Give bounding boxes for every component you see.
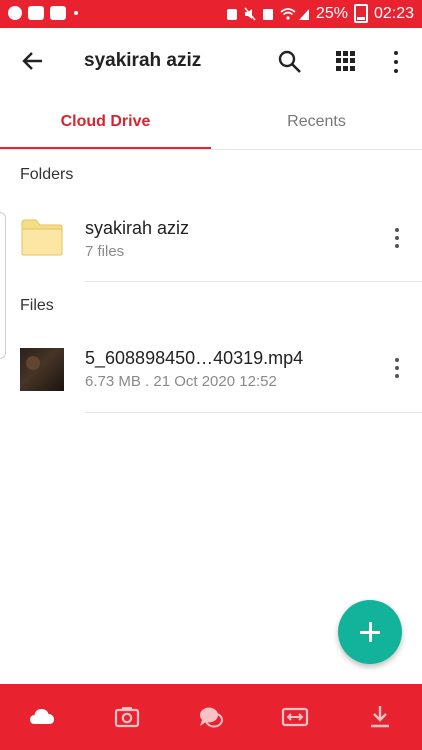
- clock: 02:23: [373, 4, 414, 22]
- notification-dot-icon: [74, 11, 78, 15]
- tab-bar: Cloud Drive Recents: [0, 94, 422, 150]
- signal-icon: [298, 7, 310, 21]
- folder-name: syakirah aziz: [85, 218, 190, 238]
- folder-meta: 7 files: [85, 243, 125, 260]
- nav-offline[interactable]: [338, 684, 422, 750]
- status-bar: 25% 02:23: [0, 0, 422, 28]
- nav-camera-uploads[interactable]: [84, 684, 168, 750]
- tab-recents[interactable]: Recents: [211, 94, 422, 150]
- youtube-icon: [50, 6, 66, 20]
- page-title: syakirah aziz: [84, 50, 202, 71]
- wifi-icon: [280, 7, 296, 21]
- status-left-icons: [8, 6, 78, 20]
- app-bar: syakirah aziz: [0, 28, 422, 94]
- nav-chat[interactable]: [169, 684, 253, 750]
- file-options-button[interactable]: [394, 358, 400, 378]
- nav-cloud-drive[interactable]: [0, 684, 84, 750]
- bottom-navigation: [0, 684, 422, 750]
- mute-icon: [244, 7, 256, 21]
- search-button[interactable]: [276, 48, 304, 76]
- notification-icon: [262, 7, 274, 21]
- battery-icon: [353, 4, 368, 23]
- file-meta: 6.73 MB . 21 Oct 2020 12:52: [85, 373, 277, 390]
- transfers-icon: [282, 707, 309, 727]
- plus-icon: [360, 622, 380, 642]
- nav-transfers[interactable]: [253, 684, 337, 750]
- row-divider: [85, 412, 422, 413]
- alarm-icon: [226, 7, 238, 21]
- youtube-icon: [28, 6, 44, 20]
- status-right: 25% 02:23: [226, 4, 414, 23]
- video-thumbnail: [20, 348, 64, 391]
- chat-icon: [200, 707, 224, 728]
- folders-section-label: Folders: [20, 166, 74, 183]
- back-button[interactable]: [18, 46, 48, 76]
- row-divider: [85, 281, 422, 282]
- folder-options-button[interactable]: [394, 228, 400, 248]
- tab-cloud-drive[interactable]: Cloud Drive: [0, 94, 211, 150]
- cloud-drive-icon: [30, 709, 55, 724]
- battery-percent: 25%: [315, 4, 348, 22]
- search-icon: [278, 50, 301, 73]
- folder-row[interactable]: syakirah aziz 7 files: [0, 200, 422, 282]
- more-options-button[interactable]: [392, 51, 400, 73]
- grid-icon: [336, 51, 341, 56]
- more-vert-icon: [394, 51, 398, 55]
- file-row[interactable]: 5_608898450…40319.mp4 6.73 MB . 21 Oct 2…: [0, 330, 422, 413]
- folder-icon: [21, 219, 63, 256]
- more-vert-icon: [395, 228, 399, 232]
- messenger-icon: [8, 6, 22, 20]
- back-arrow-icon: [22, 52, 42, 70]
- files-section-label: Files: [20, 297, 54, 314]
- file-name: 5_608898450…40319.mp4: [85, 348, 304, 368]
- offline-download-icon: [370, 706, 389, 728]
- more-vert-icon: [395, 358, 399, 362]
- add-button[interactable]: [338, 600, 402, 664]
- camera-uploads-icon: [114, 707, 139, 728]
- tabs-divider: [0, 149, 422, 150]
- grid-view-button[interactable]: [336, 51, 356, 71]
